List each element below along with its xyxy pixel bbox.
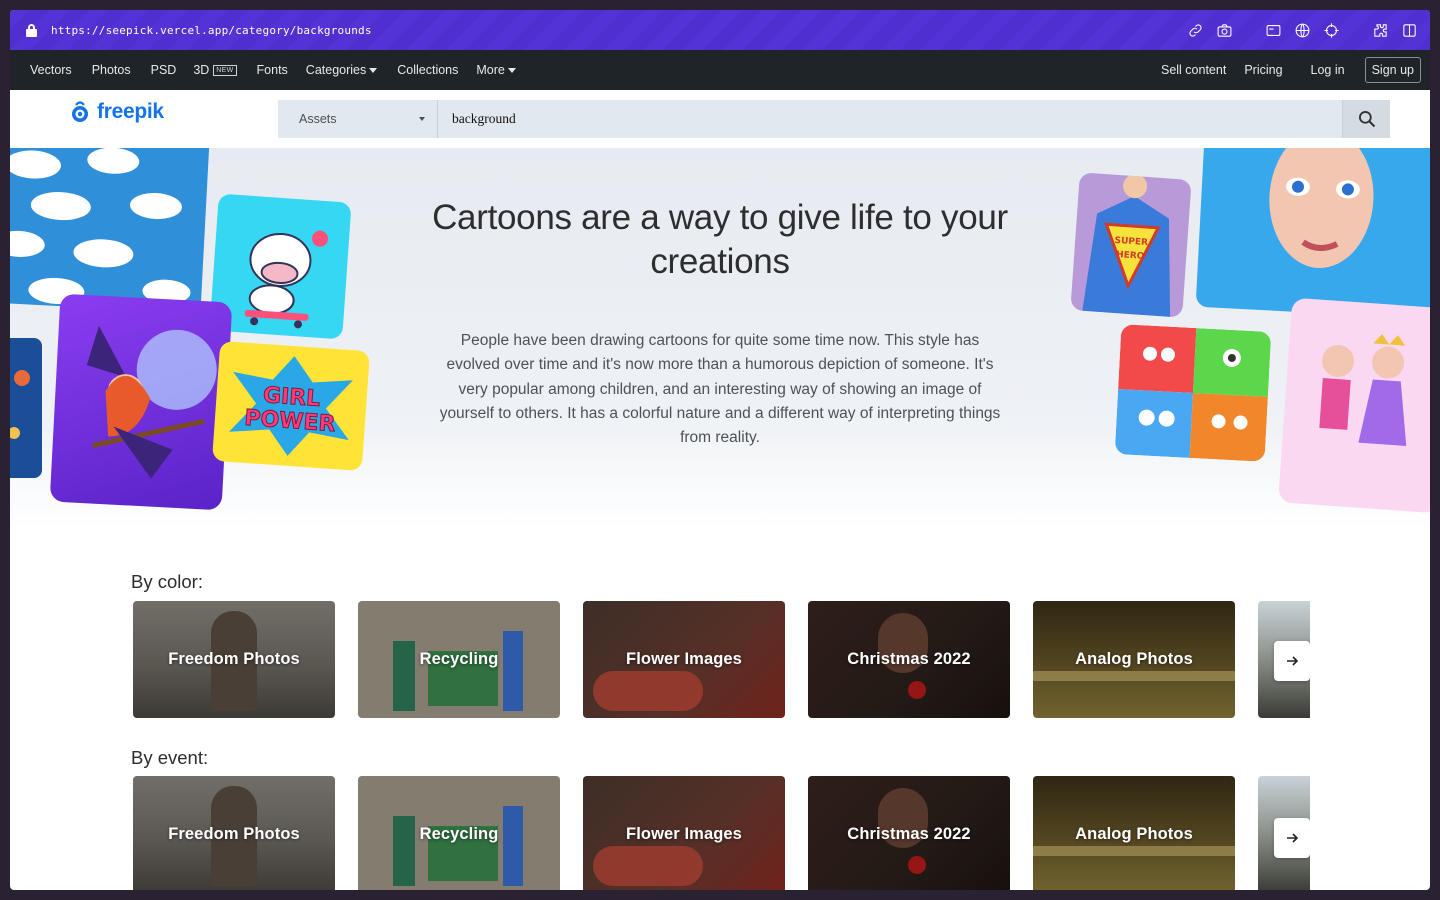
search-button[interactable] — [1342, 100, 1390, 138]
card-label: Analog Photos — [1075, 825, 1193, 843]
nav-3d[interactable]: 3D NEW — [193, 63, 237, 77]
card-label: Flower Images — [626, 650, 742, 668]
collection-card-flower-images[interactable]: Flower Images — [583, 601, 785, 718]
clouds-illustration[interactable] — [10, 148, 210, 314]
search-bar: Assets background — [278, 100, 1390, 138]
collection-card-recycling[interactable]: Recycling — [358, 776, 560, 890]
collection-card-recycling[interactable]: Recycling — [358, 601, 560, 718]
signup-button[interactable]: Sign up — [1364, 57, 1421, 83]
address-bar[interactable]: https://seepick.vercel.app/category/back… — [10, 10, 1430, 50]
window-icon[interactable] — [1265, 22, 1282, 39]
sell-content-link[interactable]: Sell content — [1161, 63, 1226, 77]
nav-psd[interactable]: PSD — [151, 63, 177, 77]
browser-window: https://seepick.vercel.app/category/back… — [10, 10, 1430, 890]
chevron-down-icon — [419, 117, 425, 121]
hero-banner: GIRL POWER Cartoons are a way to give li… — [10, 148, 1430, 528]
collection-card-analog-photos[interactable]: Analog Photos — [1033, 601, 1235, 718]
arrow-right-icon — [1287, 656, 1299, 666]
card-label: Freedom Photos — [168, 825, 300, 843]
chevron-down-icon — [369, 67, 378, 73]
card-label: Recycling — [419, 825, 499, 843]
arrow-right-icon — [1287, 833, 1299, 843]
search-category-select[interactable]: Assets — [278, 100, 438, 138]
nav-categories[interactable]: Categories — [306, 63, 378, 77]
girl-power-illustration[interactable]: GIRL POWER — [211, 340, 371, 472]
search-input[interactable]: background — [438, 111, 1342, 127]
globe-icon[interactable] — [1294, 22, 1311, 39]
card-label: Analog Photos — [1075, 650, 1193, 668]
camera-icon[interactable] — [1216, 22, 1233, 39]
nav-more[interactable]: More — [476, 63, 516, 77]
crosshair-icon[interactable] — [1323, 22, 1340, 39]
nav-fonts[interactable]: Fonts — [257, 63, 288, 77]
site-header: freepik Assets background — [10, 90, 1430, 148]
browser-tools — [1187, 22, 1418, 39]
pricing-link[interactable]: Pricing — [1244, 63, 1282, 77]
collection-card-flower-images[interactable]: Flower Images — [583, 776, 785, 890]
chevron-down-icon — [507, 67, 516, 73]
collection-row-by-event: Freedom Photos Recycling Flower Images C… — [133, 776, 1310, 890]
card-label: Recycling — [419, 650, 499, 668]
hero-title: Cartoons are a way to give life to your … — [432, 198, 1008, 281]
collection-card-analog-photos[interactable]: Analog Photos — [1033, 776, 1235, 890]
card-label: Freedom Photos — [168, 650, 300, 668]
section-label-by-color: By color: — [131, 571, 203, 592]
nav-vectors[interactable]: Vectors — [30, 63, 72, 77]
nav-collections[interactable]: Collections — [397, 63, 458, 77]
card-label: Christmas 2022 — [847, 825, 971, 843]
new-badge: NEW — [213, 64, 237, 76]
card-label: Christmas 2022 — [847, 650, 971, 668]
witch-illustration[interactable] — [49, 293, 233, 511]
lock-icon — [26, 23, 37, 37]
hero-description: People have been drawing cartoons for qu… — [439, 332, 1001, 447]
space-illustration[interactable] — [10, 338, 42, 478]
search-icon — [1358, 111, 1375, 128]
section-label-by-event: By event: — [131, 747, 209, 768]
collection-card-freedom-photos[interactable]: Freedom Photos — [133, 601, 335, 718]
logo-text: freepik — [97, 100, 164, 123]
art-text-power: POWER — [244, 406, 337, 437]
kids-illustration[interactable] — [1278, 297, 1430, 514]
link-icon[interactable] — [1187, 22, 1204, 39]
collection-card-christmas-2022[interactable]: Christmas 2022 — [808, 601, 1010, 718]
collection-card-christmas-2022[interactable]: Christmas 2022 — [808, 776, 1010, 890]
blue-hair-girl-illustration[interactable] — [1195, 148, 1430, 320]
freepik-logo-icon — [68, 100, 92, 124]
card-label: Flower Images — [626, 825, 742, 843]
collection-row-by-color: Freedom Photos Recycling Flower Images C… — [133, 601, 1310, 718]
art-text-hero: HERO — [1116, 250, 1145, 262]
collection-card-freedom-photos[interactable]: Freedom Photos — [133, 776, 335, 890]
url-text[interactable]: https://seepick.vercel.app/category/back… — [51, 24, 372, 37]
carousel-next-button[interactable] — [1274, 818, 1310, 858]
superhero-illustration[interactable]: SUPER HERO — [1070, 172, 1192, 318]
login-link[interactable]: Log in — [1311, 63, 1345, 77]
sidebar-icon[interactable] — [1401, 22, 1418, 39]
extension-icon[interactable] — [1372, 22, 1389, 39]
top-navigation: Vectors Photos PSD 3D NEW Fonts Categorie… — [10, 50, 1430, 90]
carousel-next-button[interactable] — [1274, 641, 1310, 681]
nav-photos[interactable]: Photos — [92, 63, 131, 77]
freepik-logo[interactable]: freepik — [68, 100, 164, 124]
monsters-illustration[interactable] — [1114, 324, 1272, 462]
